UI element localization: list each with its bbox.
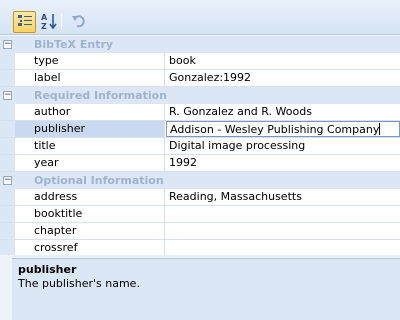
property-name: author <box>15 104 165 120</box>
property-row-author[interactable]: author R. Gonzalez and R. Woods <box>0 104 400 121</box>
property-row-year[interactable]: year 1992 <box>0 155 400 172</box>
property-name: address <box>15 189 165 205</box>
description-text: The publisher's name. <box>18 277 140 290</box>
property-value[interactable] <box>166 240 400 256</box>
category-optional-information[interactable]: − Optional Information <box>0 172 400 189</box>
collapse-icon[interactable]: − <box>3 91 12 100</box>
sort-alphabetical-icon: A Z <box>40 12 58 33</box>
property-name: type <box>15 53 165 69</box>
property-value[interactable]: Gonzalez:1992 <box>166 70 400 86</box>
property-value[interactable]: 1992 <box>166 155 400 171</box>
category-label: Optional Information <box>34 174 164 187</box>
toolbar-separator <box>61 14 62 30</box>
property-value[interactable]: R. Gonzalez and R. Woods <box>166 104 400 120</box>
categorized-view-button[interactable] <box>13 11 36 33</box>
svg-text:A: A <box>41 13 48 22</box>
description-panel: publisher The publisher's name. <box>12 258 400 320</box>
property-row-type[interactable]: type book <box>0 53 400 70</box>
alphabetical-view-button[interactable]: A Z <box>37 11 60 33</box>
property-value-editor[interactable]: Addison - Wesley Publishing Company <box>166 121 400 137</box>
category-label: Required Information <box>34 89 167 102</box>
property-row-label[interactable]: label Gonzalez:1992 <box>0 70 400 87</box>
svg-text:Z: Z <box>41 22 47 30</box>
category-label: BibTeX Entry <box>34 38 114 51</box>
text-caret <box>379 123 381 135</box>
property-row-chapter[interactable]: chapter <box>0 223 400 240</box>
undo-icon <box>71 13 87 32</box>
property-name: crossref <box>15 240 165 256</box>
property-name: publisher <box>15 121 165 137</box>
property-name: booktitle <box>15 206 165 222</box>
property-value[interactable]: Digital image processing <box>166 138 400 154</box>
property-value[interactable] <box>166 223 400 239</box>
property-value-text: Addison - Wesley Publishing Company <box>170 123 380 136</box>
property-value[interactable]: Reading, Massachusetts <box>166 189 400 205</box>
property-row-booktitle[interactable]: booktitle <box>0 206 400 223</box>
property-row-title[interactable]: title Digital image processing <box>0 138 400 155</box>
category-required-information[interactable]: − Required Information <box>0 87 400 104</box>
property-row-address[interactable]: address Reading, Massachusetts <box>0 189 400 206</box>
property-name: title <box>15 138 165 154</box>
property-value[interactable]: book <box>166 53 400 69</box>
collapse-icon[interactable]: − <box>3 40 12 49</box>
toolbar: A Z <box>0 0 400 35</box>
window-left-edge <box>0 255 12 320</box>
categorized-icon <box>17 13 33 32</box>
collapse-icon[interactable]: − <box>3 176 12 185</box>
description-title: publisher <box>18 263 77 276</box>
property-name: year <box>15 155 165 171</box>
undo-button[interactable] <box>67 11 90 33</box>
property-name: label <box>15 70 165 86</box>
property-value[interactable] <box>166 206 400 222</box>
property-grid-window: A Z − BibTeX Entry type book label Gonza… <box>0 0 400 320</box>
property-name: chapter <box>15 223 165 239</box>
property-row-publisher[interactable]: publisher Addison - Wesley Publishing Co… <box>0 121 400 138</box>
category-bibtex-entry[interactable]: − BibTeX Entry <box>0 36 400 53</box>
